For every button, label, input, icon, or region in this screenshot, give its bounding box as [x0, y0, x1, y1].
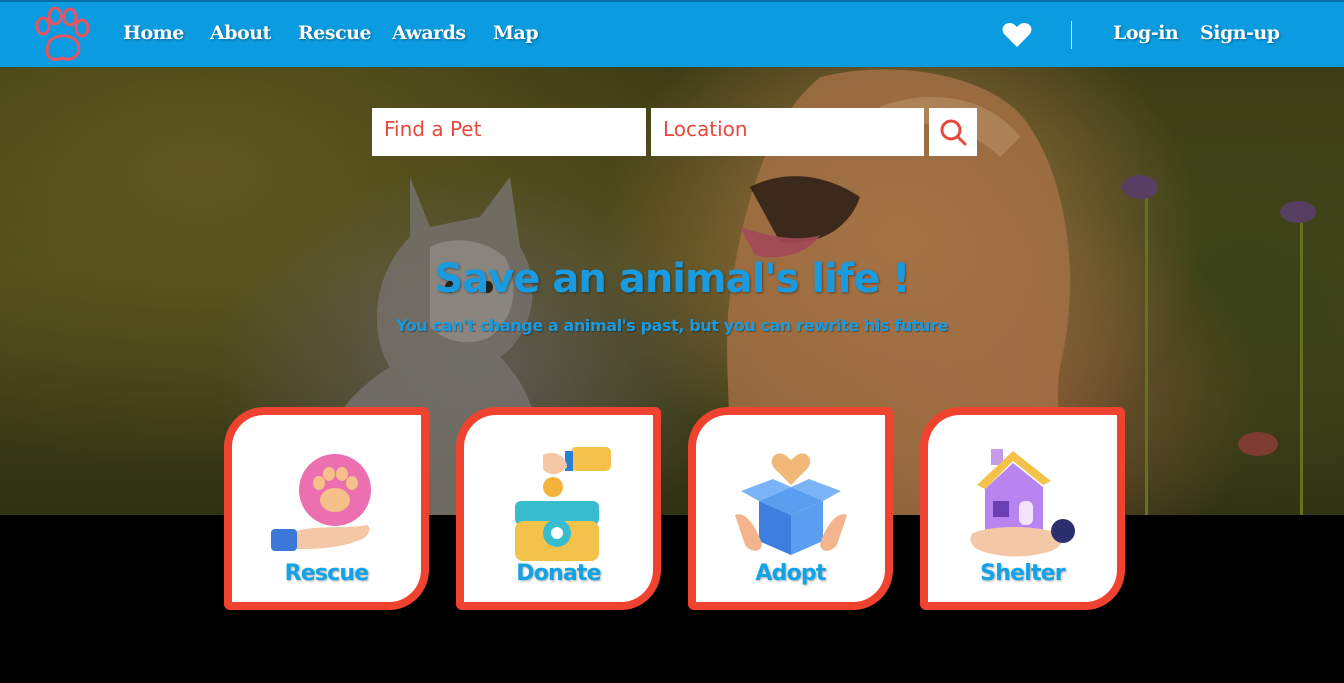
adopt-label: Adopt — [755, 561, 826, 586]
paw-hand-icon — [271, 454, 371, 551]
nav-awards[interactable]: Awards — [392, 22, 466, 44]
nav-home[interactable]: Home — [123, 22, 184, 44]
nav-map[interactable]: Map — [493, 22, 539, 44]
shelter-card[interactable]: Shelter — [920, 407, 1125, 610]
donate-label: Donate — [516, 561, 601, 586]
rescue-label: Rescue — [284, 561, 370, 586]
house-hand-icon — [970, 449, 1075, 557]
shelter-label: Shelter — [980, 561, 1065, 586]
nav-divider — [1071, 21, 1072, 49]
navbar: Home About Rescue Awards Map Log-in Sign… — [0, 0, 1344, 67]
hero-headline: Save an animal's life ! — [434, 256, 911, 302]
nav-about[interactable]: About — [210, 22, 271, 44]
search-icon — [940, 119, 967, 146]
gift-heart-icon — [735, 453, 847, 555]
paw-logo-icon[interactable] — [30, 6, 92, 66]
nav-rescue[interactable]: Rescue — [298, 22, 372, 44]
location-input[interactable]: Location — [651, 108, 924, 156]
login-link[interactable]: Log-in — [1113, 22, 1179, 44]
search-button[interactable] — [929, 108, 977, 156]
heart-icon[interactable] — [1002, 22, 1032, 48]
adopt-card[interactable]: Adopt — [688, 407, 893, 610]
rescue-card[interactable]: Rescue — [224, 407, 429, 610]
donation-box-icon — [515, 447, 611, 561]
hero-subline: You can't change a animal's past, but yo… — [395, 316, 948, 335]
donate-card[interactable]: Donate — [456, 407, 661, 610]
signup-link[interactable]: Sign-up — [1200, 22, 1280, 44]
find-pet-input[interactable]: Find a Pet — [372, 108, 646, 156]
